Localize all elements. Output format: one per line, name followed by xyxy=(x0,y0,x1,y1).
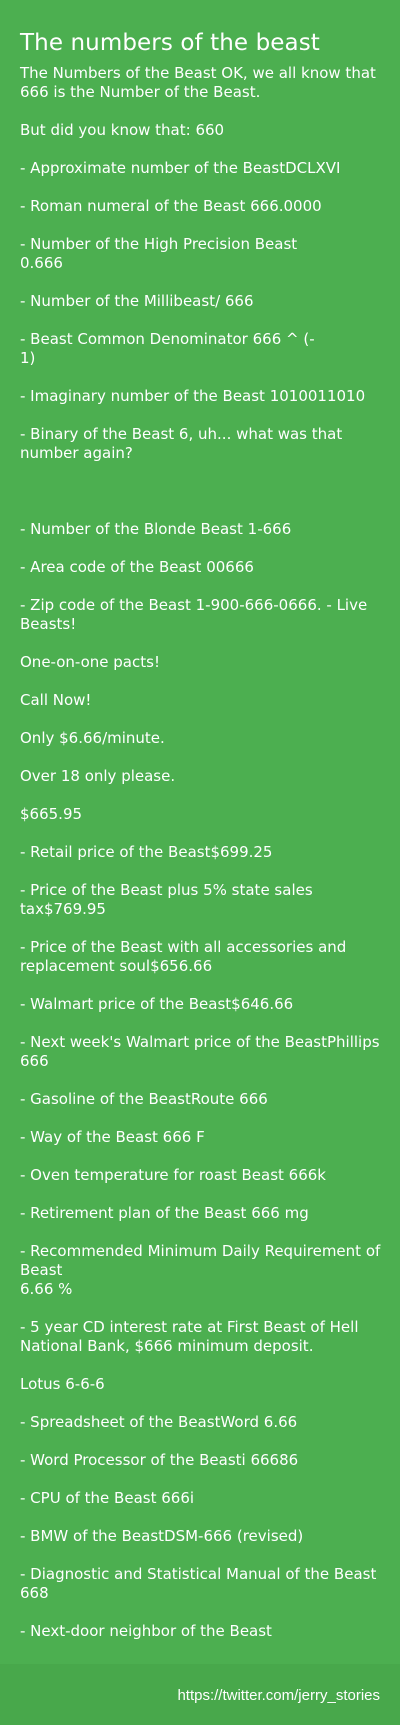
footer-bar: https://twitter.com/jerry_stories xyxy=(0,1664,400,1725)
story-body: The Numbers of the Beast OK, we all know… xyxy=(20,64,381,1640)
twitter-link[interactable]: https://twitter.com/jerry_stories xyxy=(177,1687,380,1704)
page-title: The numbers of the beast xyxy=(20,30,320,56)
story-card: The numbers of the beast The Numbers of … xyxy=(0,0,400,1725)
story-content: The numbers of the beast The Numbers of … xyxy=(20,28,385,1641)
